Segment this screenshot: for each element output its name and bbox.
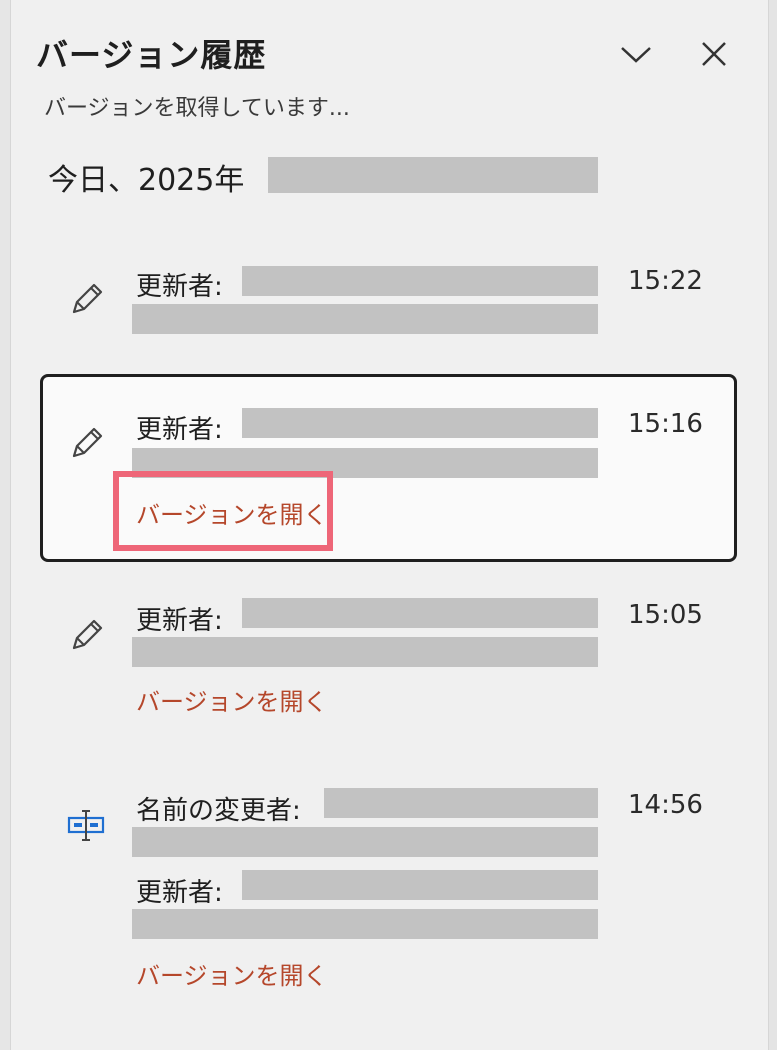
version-entry[interactable]: 更新者: 15:22	[40, 250, 737, 350]
date-group-label: 今日、2025年	[48, 163, 245, 198]
updated-by-label: 更新者:	[136, 272, 223, 302]
open-version-link[interactable]: バージョンを開く	[136, 495, 328, 530]
redacted-detail	[132, 827, 598, 857]
version-entry[interactable]: 名前の変更者: 14:56 更新者: バージョンを開く	[40, 776, 737, 996]
updated-by-label: 更新者:	[136, 415, 223, 445]
redacted-author	[242, 408, 598, 438]
redacted-date	[268, 157, 598, 193]
updated-by-label: 更新者:	[136, 606, 223, 636]
version-time: 15:16	[628, 409, 703, 439]
version-entry[interactable]: 更新者: 15:05 バージョンを開く	[40, 586, 737, 726]
loading-status: バージョンを取得しています...	[44, 96, 350, 121]
redacted-author	[242, 266, 598, 296]
redacted-author	[242, 870, 598, 900]
redacted-renamer	[324, 788, 598, 818]
pencil-icon	[72, 283, 103, 314]
version-time: 15:05	[628, 600, 703, 630]
close-icon	[702, 42, 726, 66]
redacted-detail	[132, 304, 598, 334]
close-button[interactable]	[694, 34, 734, 74]
pencil-icon	[72, 427, 103, 458]
pane-title: バージョン履歴	[36, 36, 267, 74]
pencil-icon	[72, 619, 103, 650]
pane-left-border	[0, 0, 11, 1050]
renamed-by-label: 名前の変更者:	[136, 796, 301, 826]
redacted-detail	[132, 637, 598, 667]
chevron-down-icon	[621, 47, 651, 63]
redacted-detail	[132, 909, 598, 939]
version-entry-selected[interactable]: 更新者: 15:16 バージョンを開く	[40, 374, 737, 562]
pane-right-border	[768, 0, 777, 1050]
updated-by-label: 更新者:	[136, 878, 223, 908]
version-history-pane: バージョン履歴 バージョンを取得しています... 今日、2025年 更新者: 1…	[0, 0, 777, 1050]
rename-icon	[67, 810, 105, 841]
collapse-button[interactable]	[616, 34, 656, 74]
version-time: 15:22	[628, 266, 703, 296]
version-time: 14:56	[628, 790, 703, 820]
open-version-link[interactable]: バージョンを開く	[136, 956, 328, 991]
redacted-author	[242, 598, 598, 628]
open-version-link[interactable]: バージョンを開く	[136, 682, 328, 717]
